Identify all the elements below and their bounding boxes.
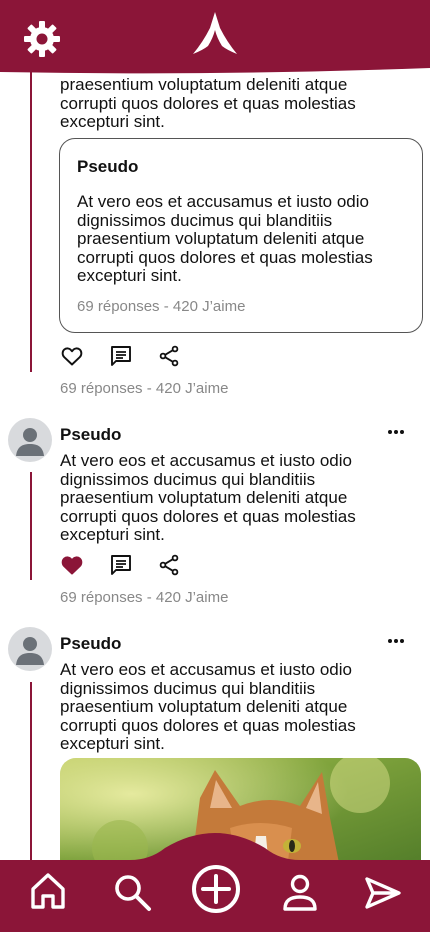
- gear-icon[interactable]: [23, 20, 61, 58]
- more-options-icon[interactable]: [384, 426, 408, 438]
- post-username[interactable]: Pseudo: [60, 425, 121, 445]
- avatar[interactable]: [8, 418, 52, 462]
- quoted-post-text: At vero eos et accusamus et iusto odio d…: [77, 192, 373, 285]
- comment-icon[interactable]: [109, 553, 133, 577]
- quoted-post-stats: 69 réponses - 420 J’aime: [77, 298, 246, 315]
- like-icon[interactable]: [60, 344, 84, 368]
- post-actions: [60, 344, 190, 368]
- top-bar: [0, 0, 430, 80]
- bottom-nav: [0, 820, 430, 932]
- post-text: praesentium voluptatum deleniti atque co…: [60, 75, 356, 131]
- more-options-icon[interactable]: [384, 635, 408, 647]
- feed: praesentium voluptatum deleniti atque co…: [0, 0, 430, 932]
- share-icon[interactable]: [157, 344, 181, 368]
- post-actions: [60, 553, 190, 577]
- quoted-post-card[interactable]: Pseudo At vero eos et accusamus et iusto…: [59, 138, 423, 333]
- share-icon[interactable]: [157, 553, 181, 577]
- post-username[interactable]: Pseudo: [60, 634, 121, 654]
- post-stats: 69 réponses - 420 J’aime: [60, 380, 229, 397]
- comment-icon[interactable]: [109, 344, 133, 368]
- add-post-icon[interactable]: [191, 864, 241, 914]
- home-icon[interactable]: [30, 872, 66, 910]
- quoted-post-username: Pseudo: [77, 157, 139, 176]
- thread-line: [30, 472, 32, 580]
- post-text: At vero eos et accusamus et iusto odio d…: [60, 660, 356, 753]
- thread-line: [30, 60, 32, 372]
- post-text: At vero eos et accusamus et iusto odio d…: [60, 451, 356, 544]
- liked-heart-icon[interactable]: [60, 553, 84, 577]
- avatar[interactable]: [8, 627, 52, 671]
- send-icon[interactable]: [364, 876, 402, 910]
- search-icon[interactable]: [112, 872, 152, 912]
- post-stats: 69 réponses - 420 J’aime: [60, 589, 229, 606]
- profile-icon[interactable]: [282, 874, 318, 912]
- peak-logo-icon[interactable]: [193, 12, 237, 56]
